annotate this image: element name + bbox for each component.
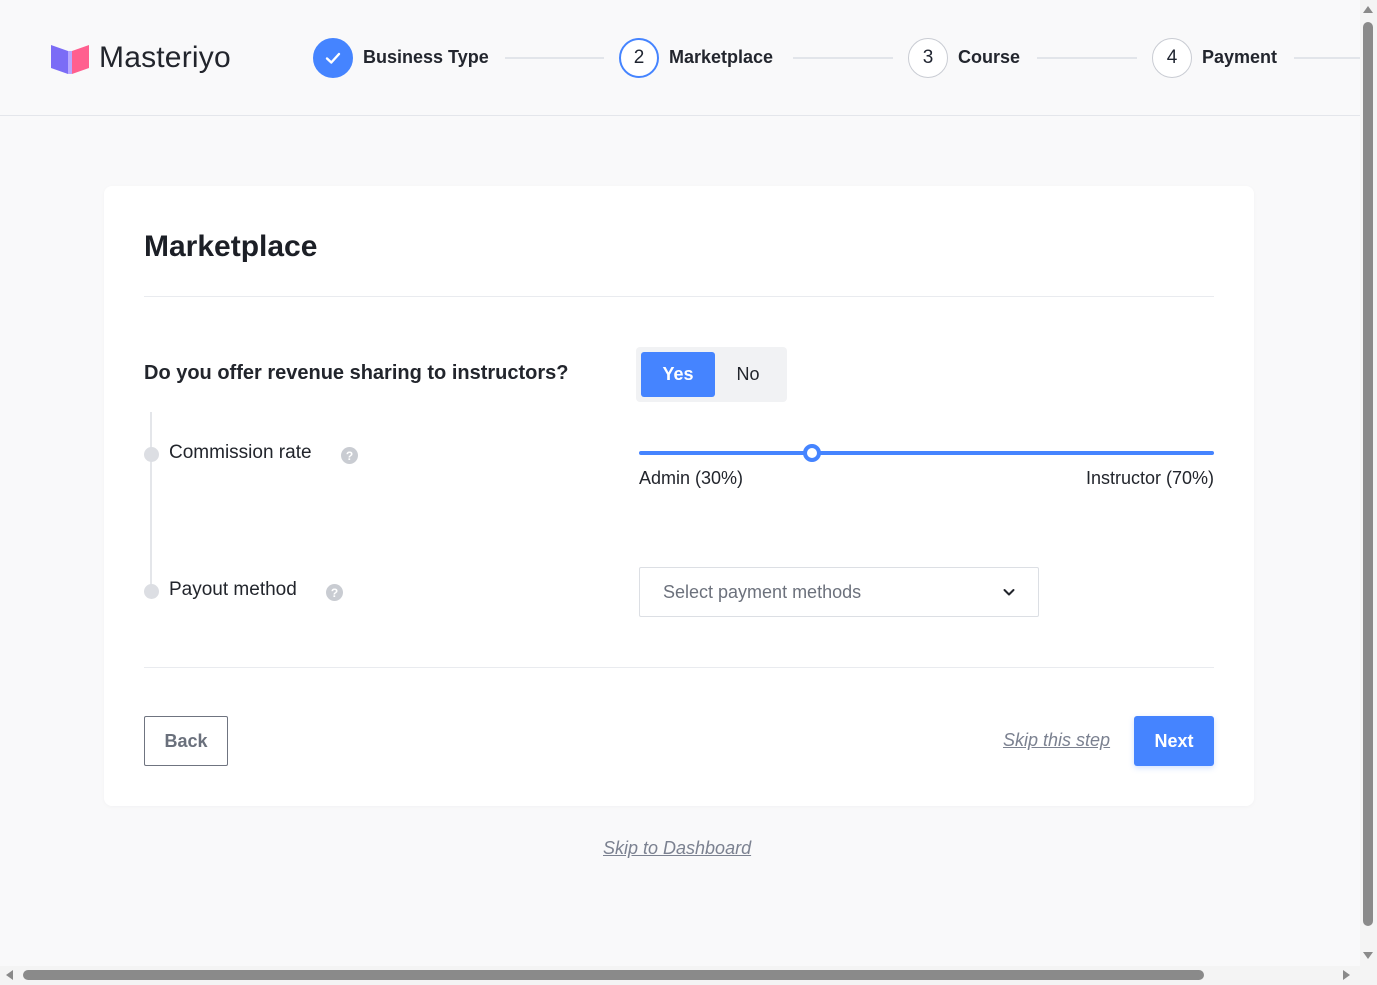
scroll-up-icon[interactable] — [1363, 6, 1373, 13]
scroll-down-icon[interactable] — [1363, 952, 1373, 959]
no-button[interactable]: No — [715, 352, 781, 397]
commission-slider[interactable] — [639, 443, 1214, 463]
divider — [144, 296, 1214, 297]
brand-name: Masteriyo — [99, 41, 231, 74]
horizontal-scrollbar[interactable] — [0, 966, 1360, 985]
marketplace-card: Marketplace Do you offer revenue sharing… — [104, 186, 1254, 806]
tree-dot — [144, 447, 159, 462]
step-marketplace[interactable]: 2 Marketplace — [619, 37, 773, 78]
help-icon[interactable]: ? — [326, 584, 343, 601]
payment-methods-select[interactable]: Select payment methods — [639, 567, 1039, 617]
commission-rate-label: Commission rate — [169, 442, 312, 463]
payout-method-label: Payout method — [169, 579, 297, 600]
scrollbar-thumb[interactable] — [23, 970, 1204, 980]
tree-connector — [150, 412, 152, 592]
yes-button[interactable]: Yes — [641, 352, 715, 397]
revenue-sharing-toggle: Yes No — [636, 347, 787, 402]
skip-step-link[interactable]: Skip this step — [1003, 730, 1110, 751]
brand-logo[interactable]: Masteriyo — [49, 40, 231, 76]
slider-track — [639, 451, 1214, 455]
check-icon — [325, 52, 341, 64]
admin-share-label: Admin (30%) — [639, 468, 744, 488]
step-label: Business Type — [363, 47, 489, 67]
step-number: 4 — [1152, 37, 1192, 78]
step-payment[interactable]: 4 Payment — [1152, 37, 1277, 78]
step-connector — [505, 57, 604, 59]
help-icon[interactable]: ? — [341, 447, 358, 464]
skip-to-dashboard-link[interactable]: Skip to Dashboard — [603, 838, 751, 859]
scrollbar-corner — [1360, 966, 1377, 985]
step-number: 2 — [619, 37, 659, 78]
step-number: 3 — [908, 37, 948, 78]
vertical-scrollbar[interactable] — [1360, 0, 1377, 966]
step-connector — [1294, 57, 1360, 59]
tree-dot — [144, 584, 159, 599]
next-button[interactable]: Next — [1134, 716, 1214, 766]
step-label: Payment — [1202, 47, 1278, 67]
scroll-left-icon[interactable] — [6, 970, 13, 980]
step-course[interactable]: 3 Course — [908, 37, 1020, 78]
step-done-indicator — [313, 37, 353, 78]
chevron-down-icon — [1003, 589, 1015, 596]
step-connector — [793, 57, 893, 59]
slider-thumb[interactable] — [802, 444, 821, 462]
step-connector — [1037, 57, 1137, 59]
scroll-right-icon[interactable] — [1343, 970, 1350, 980]
instructor-share-label: Instructor (70%) — [1085, 468, 1214, 488]
select-placeholder: Select payment methods — [663, 581, 862, 602]
step-business-type[interactable]: Business Type — [313, 37, 489, 78]
page-title: Marketplace — [144, 230, 318, 263]
revenue-sharing-question: Do you offer revenue sharing to instruct… — [144, 362, 569, 384]
step-label: Course — [958, 47, 1021, 67]
top-header: Masteriyo Business Type 2 Marketplace 3 … — [0, 0, 1360, 116]
scrollbar-thumb[interactable] — [1363, 22, 1373, 926]
back-button[interactable]: Back — [144, 716, 228, 766]
book-logo-icon — [51, 45, 89, 74]
divider — [144, 667, 1214, 668]
step-label: Marketplace — [669, 47, 774, 67]
